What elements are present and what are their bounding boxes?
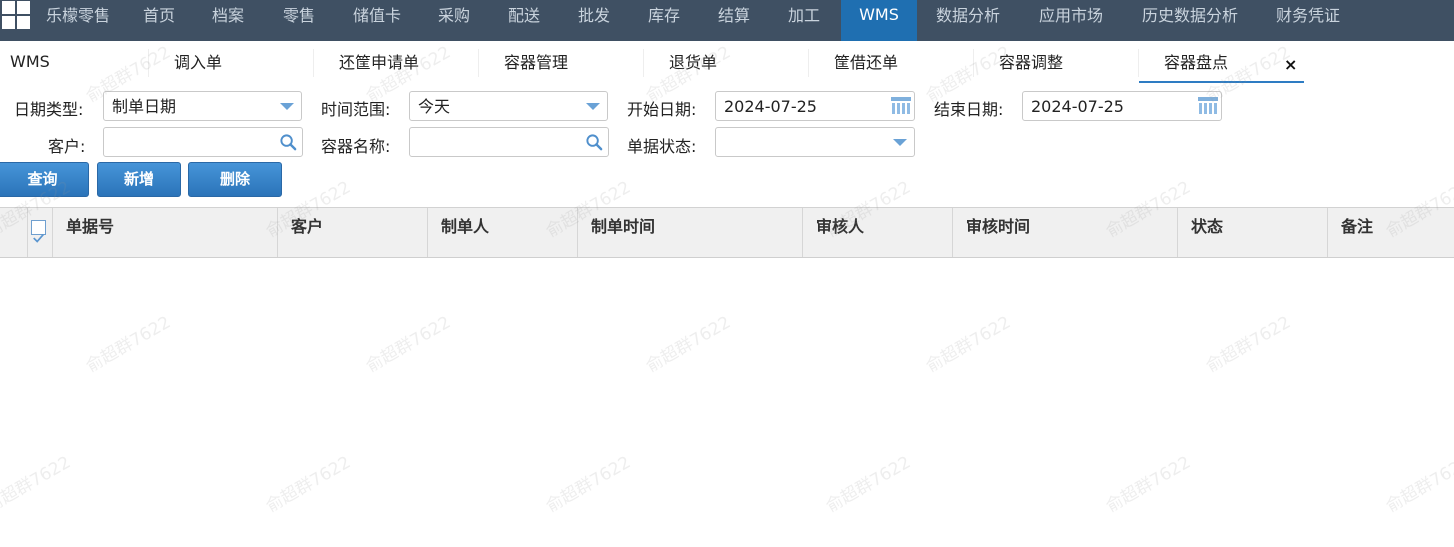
top-navigation: 乐檬零售 首页 档案 零售 储值卡 采购 配送 批发 库存 结算 加工 WMS … <box>0 0 1454 41</box>
select-all-checkbox[interactable] <box>31 220 46 243</box>
watermark-text: 俞超群7622 <box>362 312 455 377</box>
watermark-text: 俞超群7622 <box>262 452 355 517</box>
watermark-text: 俞超群7622 <box>82 312 175 377</box>
nav-item-wholesale[interactable]: 批发 <box>578 0 610 34</box>
end-date-input[interactable]: 2024-07-25 <box>1022 91 1222 121</box>
container-name-input[interactable] <box>409 127 609 157</box>
start-date-label: 开始日期: <box>627 100 697 119</box>
column-header-creator[interactable]: 制单人 <box>428 208 578 257</box>
add-button[interactable]: 新增 <box>97 162 181 197</box>
checkmark-icon <box>33 234 44 243</box>
calendar-icon[interactable] <box>891 97 911 115</box>
watermark-text: 俞超群7622 <box>0 452 75 517</box>
watermark-text: 俞超群7622 <box>1202 312 1295 377</box>
close-tab-icon[interactable]: × <box>1284 55 1297 74</box>
search-icon[interactable] <box>279 133 298 152</box>
watermark-text: 俞超群7622 <box>542 452 635 517</box>
table-header-spacer <box>0 208 28 257</box>
tab-container-adjustment[interactable]: 容器调整 <box>999 41 1063 83</box>
nav-item-app-market[interactable]: 应用市场 <box>1039 0 1103 34</box>
customer-label: 客户: <box>48 137 86 156</box>
nav-item-home[interactable]: 首页 <box>143 0 175 34</box>
nav-item-archive[interactable]: 档案 <box>212 0 244 34</box>
document-status-label: 单据状态: <box>627 137 697 156</box>
tab-container-management[interactable]: 容器管理 <box>504 41 568 83</box>
tab-divider <box>148 49 149 77</box>
nav-item-settlement[interactable]: 结算 <box>718 0 750 34</box>
tab-transfer-in[interactable]: 调入单 <box>174 41 222 83</box>
nav-item-retail[interactable]: 零售 <box>283 0 315 34</box>
column-header-remark[interactable]: 备注 <box>1328 208 1454 257</box>
time-range-value: 今天 <box>418 97 451 116</box>
tab-divider <box>643 49 644 77</box>
nav-item-history-analysis[interactable]: 历史数据分析 <box>1142 0 1238 34</box>
document-status-select[interactable] <box>715 127 915 157</box>
chevron-down-icon[interactable] <box>280 103 294 110</box>
watermark-text: 俞超群7622 <box>642 312 735 377</box>
column-header-reviewer[interactable]: 审核人 <box>803 208 953 257</box>
search-icon[interactable] <box>585 133 604 152</box>
tab-bar: WMS 调入单 还筐申请单 容器管理 退货单 筐借还单 容器调整 容器盘点 <box>0 41 1454 83</box>
column-header-review-time[interactable]: 审核时间 <box>953 208 1178 257</box>
tab-return-order[interactable]: 退货单 <box>669 41 717 83</box>
calendar-icon[interactable] <box>1198 97 1218 115</box>
nav-item-inventory[interactable]: 库存 <box>648 0 680 34</box>
start-date-value: 2024-07-25 <box>724 97 817 116</box>
tab-divider <box>808 49 809 77</box>
end-date-label: 结束日期: <box>934 100 1004 119</box>
chevron-down-icon[interactable] <box>586 103 600 110</box>
column-header-customer[interactable]: 客户 <box>278 208 428 257</box>
tab-divider <box>478 49 479 77</box>
end-date-value: 2024-07-25 <box>1031 97 1124 116</box>
nav-item-delivery[interactable]: 配送 <box>508 0 540 34</box>
date-type-label: 日期类型: <box>14 100 84 119</box>
time-range-label: 时间范围: <box>321 100 391 119</box>
nav-item-finance-voucher[interactable]: 财务凭证 <box>1276 0 1340 34</box>
table-header: 单据号 客户 制单人 制单时间 审核人 审核时间 状态 备注 <box>0 207 1454 258</box>
nav-item-purchase[interactable]: 采购 <box>438 0 470 34</box>
chevron-down-icon[interactable] <box>893 139 907 146</box>
tab-container-stocktake[interactable]: 容器盘点 <box>1164 41 1228 83</box>
date-type-value: 制单日期 <box>112 97 177 116</box>
watermark-text: 俞超群7622 <box>1382 452 1454 517</box>
nav-item-brand[interactable]: 乐檬零售 <box>46 0 110 34</box>
tab-wms-home[interactable]: WMS <box>10 41 50 83</box>
tab-divider <box>973 49 974 77</box>
tab-basket-return-request[interactable]: 还筐申请单 <box>339 41 419 83</box>
customer-input[interactable] <box>103 127 303 157</box>
watermark-text: 俞超群7622 <box>822 452 915 517</box>
nav-item-processing[interactable]: 加工 <box>788 0 820 34</box>
time-range-select[interactable]: 今天 <box>409 91 608 121</box>
nav-item-wms[interactable]: WMS <box>841 0 917 41</box>
column-header-create-time[interactable]: 制单时间 <box>578 208 803 257</box>
date-type-select[interactable]: 制单日期 <box>103 91 302 121</box>
column-header-document-no[interactable]: 单据号 <box>53 208 278 257</box>
nav-item-stored-value-card[interactable]: 储值卡 <box>353 0 401 34</box>
nav-item-data-analysis[interactable]: 数据分析 <box>936 0 1000 34</box>
delete-button[interactable]: 删除 <box>188 162 282 197</box>
app-grid-icon[interactable] <box>0 0 32 32</box>
select-all-cell <box>28 208 53 257</box>
tab-divider <box>313 49 314 77</box>
watermark-text: 俞超群7622 <box>1102 452 1195 517</box>
container-name-label: 容器名称: <box>321 137 391 156</box>
query-button[interactable]: 查询 <box>0 162 89 197</box>
tab-basket-borrow-return[interactable]: 筐借还单 <box>834 41 898 83</box>
start-date-input[interactable]: 2024-07-25 <box>715 91 915 121</box>
active-tab-indicator <box>1139 81 1304 83</box>
watermark-text: 俞超群7622 <box>922 312 1015 377</box>
tab-divider <box>1138 49 1139 77</box>
column-header-status[interactable]: 状态 <box>1178 208 1328 257</box>
